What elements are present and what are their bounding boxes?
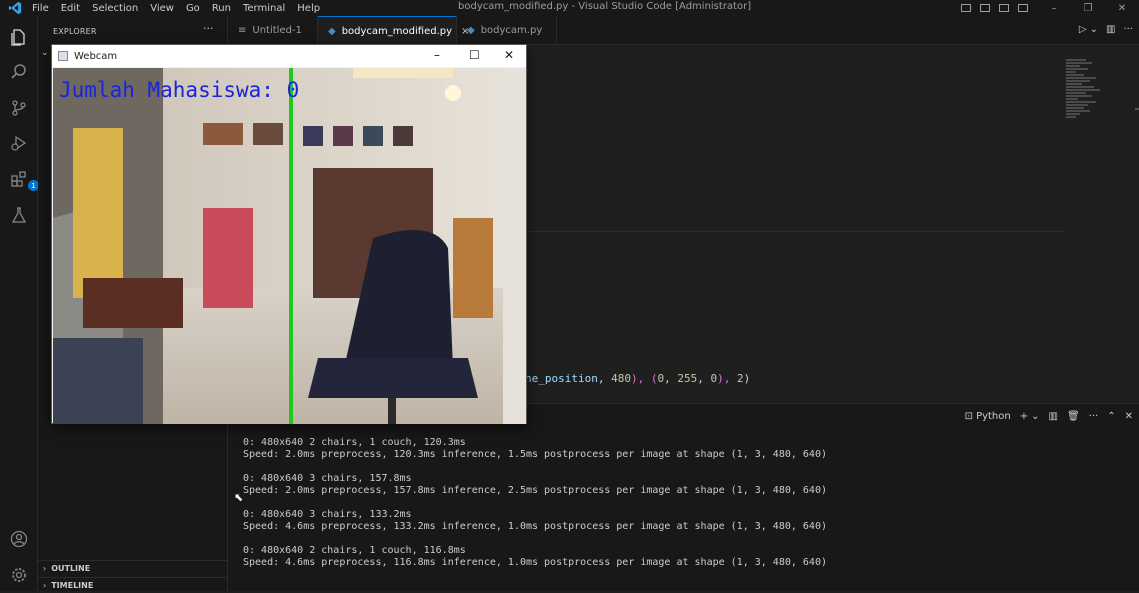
menu-selection[interactable]: Selection — [92, 3, 138, 14]
webcam-titlebar[interactable]: Webcam – ☐ ✕ — [52, 45, 526, 67]
terminal-line: Speed: 2.0ms preprocess, 157.8ms inferen… — [243, 485, 827, 496]
menu-go[interactable]: Go — [186, 3, 200, 14]
outline-section[interactable]: › OUTLINE — [38, 560, 228, 576]
editor-divider — [525, 231, 1063, 232]
panel-actions: ⊡ Python + ⌄ ▥ 🗑 ··· ⌃ ✕ — [956, 411, 1133, 422]
editor-scrollbar[interactable] — [1135, 108, 1139, 110]
menu-help[interactable]: Help — [297, 3, 320, 14]
menu-terminal[interactable]: Terminal — [243, 3, 285, 14]
close-panel-icon[interactable]: ✕ — [1125, 411, 1133, 422]
tab-label: bodycam_modified.py — [341, 25, 453, 37]
code-token: ne_position — [525, 372, 598, 385]
counting-line — [289, 68, 293, 424]
tab-untitled-1[interactable]: ≡ Untitled-1 — [228, 16, 318, 45]
terminal-line: 0: 480x640 2 chairs, 1 couch, 120.3ms — [243, 437, 466, 448]
webcam-minimize-button[interactable]: – — [434, 48, 440, 62]
terminal-line: Speed: 2.0ms preprocess, 120.3ms inferen… — [243, 449, 827, 460]
close-window-button[interactable]: ✕ — [1105, 3, 1139, 14]
code-token: , — [697, 372, 711, 385]
timeline-label: TIMELINE — [51, 581, 94, 590]
menu-view[interactable]: View — [150, 3, 174, 14]
tab-bodycam-modified[interactable]: ◆ bodycam_modified.py × — [318, 16, 469, 45]
menu-edit[interactable]: Edit — [61, 3, 80, 14]
explorer-more-icon[interactable]: ··· — [203, 22, 214, 35]
webcam-close-button[interactable]: ✕ — [504, 48, 514, 62]
code-token: , — [664, 372, 678, 385]
webcam-maximize-button[interactable]: ☐ — [469, 48, 480, 62]
toggle-sidebar-icon[interactable] — [961, 4, 971, 12]
maximize-panel-icon[interactable]: ⌃ — [1107, 411, 1115, 422]
terminal-line: Speed: 4.6ms preprocess, 133.2ms inferen… — [243, 521, 827, 532]
activity-bar: 1 — [0, 16, 39, 591]
run-file-icon[interactable]: ▷ — [1079, 24, 1087, 35]
editor-tab-bar: ≡ Untitled-1 ◆ bodycam_modified.py × ◆ b… — [228, 16, 1139, 45]
editor-actions: ▷ ⌄ ▥ ··· — [1071, 24, 1133, 35]
menu-file[interactable]: File — [32, 3, 49, 14]
webcam-title: Webcam — [74, 50, 118, 62]
window-app-icon — [58, 51, 68, 61]
source-control-icon[interactable] — [9, 98, 29, 118]
tab-label: bodycam.py — [480, 25, 543, 36]
more-icon[interactable]: ··· — [1089, 411, 1099, 422]
chevron-right-icon: › — [43, 581, 47, 590]
toggle-secondary-sidebar-icon[interactable] — [999, 4, 1009, 12]
student-count-overlay: Jumlah Mahasiswa: 0 — [59, 78, 300, 102]
code-token: ), ( — [630, 372, 658, 385]
menu-run[interactable]: Run — [212, 3, 231, 14]
window-title: bodycam_modified.py - Visual Studio Code… — [458, 1, 752, 12]
terminal-line: 0: 480x640 3 chairs, 157.8ms — [243, 473, 412, 484]
webcam-feed: Jumlah Mahasiswa: 0 — [53, 68, 526, 424]
tab-label: Untitled-1 — [252, 25, 302, 36]
code-line: ne_position, 480), (0, 255, 0), 2) — [525, 372, 750, 385]
terminal-output[interactable]: 0: 480x640 2 chairs, 1 couch, 120.3ms Spe… — [243, 437, 827, 569]
code-token: ), — [717, 372, 737, 385]
terminal-shell-label[interactable]: Python — [976, 411, 1011, 422]
run-dropdown-icon[interactable]: ⌄ — [1090, 24, 1098, 35]
code-token: 255 — [677, 372, 698, 385]
new-terminal-icon[interactable]: + — [1020, 411, 1028, 422]
mouse-cursor-icon: ⬉ — [234, 491, 244, 504]
terminal-line: 0: 480x640 3 chairs, 133.2ms — [243, 509, 412, 520]
minimap[interactable] — [1066, 59, 1102, 134]
minimize-button[interactable]: – — [1037, 3, 1071, 14]
explorer-title: EXPLORER — [53, 27, 97, 36]
code-token: ) — [743, 372, 751, 385]
python-icon: ◆ — [467, 25, 475, 36]
terminal-line: Speed: 4.6ms preprocess, 116.8ms inferen… — [243, 557, 827, 568]
code-token: 480 — [611, 372, 631, 385]
terminal-shell-icon: ⊡ — [964, 411, 974, 422]
toggle-panel-icon[interactable] — [980, 4, 990, 12]
customize-layout-icon[interactable] — [1018, 4, 1028, 12]
outline-label: OUTLINE — [51, 564, 91, 573]
python-icon: ◆ — [328, 25, 336, 37]
split-editor-icon[interactable]: ▥ — [1106, 24, 1115, 35]
trash-icon[interactable]: 🗑 — [1067, 411, 1080, 422]
extensions-icon[interactable]: 1 — [9, 169, 39, 191]
account-icon[interactable] — [9, 529, 29, 549]
code-token: , — [597, 372, 612, 385]
terminal-panel: ⊡ Python + ⌄ ▥ 🗑 ··· ⌃ ✕ ⬉ 0: 480x640 2 … — [228, 403, 1139, 591]
files-icon[interactable] — [9, 27, 29, 47]
tab-bodycam[interactable]: ◆ bodycam.py — [457, 16, 557, 45]
settings-gear-icon[interactable] — [9, 565, 29, 585]
run-debug-icon[interactable] — [9, 133, 29, 153]
title-bar: File Edit Selection View Go Run Terminal… — [0, 0, 1139, 16]
more-actions-icon[interactable]: ··· — [1123, 24, 1133, 35]
title-actions: – ❐ ✕ — [961, 0, 1139, 16]
search-icon[interactable] — [9, 62, 29, 82]
vscode-logo-icon — [8, 1, 22, 15]
testing-icon[interactable] — [9, 205, 29, 225]
split-terminal-icon[interactable]: ▥ — [1049, 411, 1058, 422]
restore-button[interactable]: ❐ — [1071, 3, 1105, 14]
webcam-window[interactable]: Webcam – ☐ ✕ Jumlah Mahasiswa: 0 — [51, 44, 527, 424]
code-token: 2 — [736, 372, 744, 385]
chevron-down-icon[interactable]: ⌄ — [41, 48, 49, 58]
terminal-dropdown-icon[interactable]: ⌄ — [1031, 411, 1039, 422]
chevron-right-icon: › — [43, 564, 47, 573]
terminal-line: 0: 480x640 2 chairs, 1 couch, 116.8ms — [243, 545, 466, 556]
file-lines-icon: ≡ — [238, 25, 247, 36]
